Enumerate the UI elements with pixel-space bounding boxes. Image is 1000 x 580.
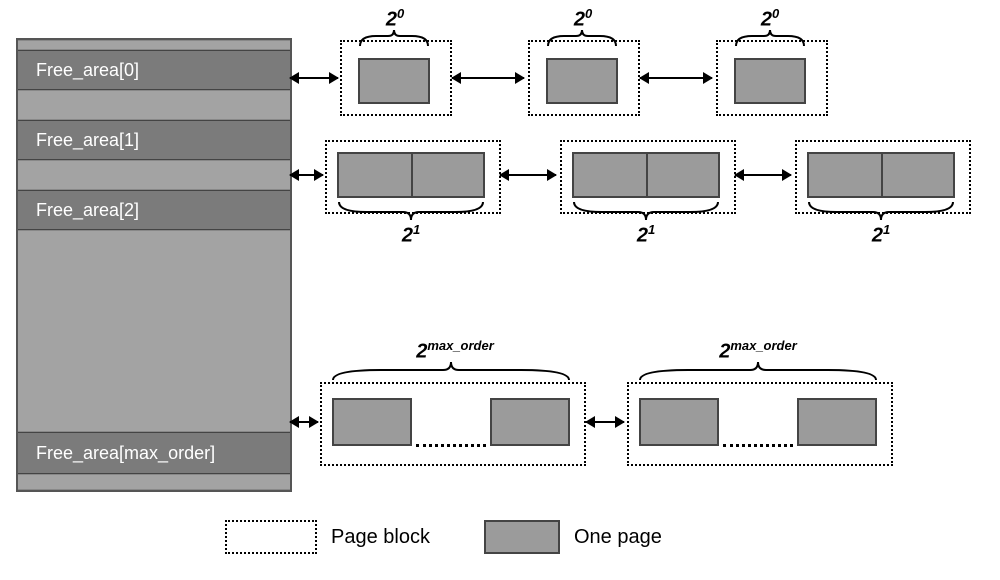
free-area-label: Free_area[1] — [36, 130, 139, 151]
one-page — [490, 398, 570, 446]
exp: 0 — [772, 6, 779, 21]
brace-icon — [331, 362, 571, 382]
brace-icon — [572, 200, 720, 220]
exp-label: 2max_order — [688, 338, 828, 364]
free-area-row-0: Free_area[0] — [18, 50, 290, 90]
legend: Page block One page — [225, 520, 702, 554]
ellipsis-icon — [416, 444, 486, 451]
one-page — [358, 58, 430, 104]
one-page — [639, 398, 719, 446]
free-area-label: Free_area[0] — [36, 60, 139, 81]
one-page — [734, 58, 806, 104]
brace-icon — [638, 362, 878, 382]
brace-icon — [337, 200, 485, 220]
legend-pageblock-label: Page block — [331, 526, 430, 549]
link-arrow — [586, 421, 624, 423]
base: 2 — [574, 9, 585, 31]
brace-icon — [546, 30, 618, 48]
link-arrow — [500, 174, 556, 176]
brace-icon — [358, 30, 430, 48]
exp-label: 20 — [553, 6, 613, 32]
free-area-row-2: Free_area[2] — [18, 190, 290, 230]
brace-icon — [734, 30, 806, 48]
exp-label: 2max_order — [385, 338, 525, 364]
link-arrow — [640, 77, 712, 79]
exp-label: 21 — [616, 222, 676, 248]
exp-label: 21 — [381, 222, 441, 248]
exp-label: 20 — [740, 6, 800, 32]
link-arrow — [735, 174, 791, 176]
link-arrow — [452, 77, 524, 79]
gap — [18, 474, 290, 490]
two-pages — [572, 152, 720, 198]
legend-onepage-label: One page — [574, 526, 662, 549]
gap — [18, 230, 290, 432]
exp: 0 — [585, 6, 592, 21]
ellipsis-icon — [723, 444, 793, 451]
free-area-label: Free_area[2] — [36, 200, 139, 221]
one-page — [332, 398, 412, 446]
free-area-table: Free_area[0] Free_area[1] Free_area[2] F… — [16, 38, 292, 492]
one-page-key-icon — [484, 520, 560, 554]
link-arrow — [290, 174, 323, 176]
brace-icon — [807, 200, 955, 220]
exp-label: 20 — [365, 6, 425, 32]
one-page — [797, 398, 877, 446]
gap — [18, 160, 290, 190]
free-area-label: Free_area[max_order] — [36, 443, 215, 464]
two-pages — [337, 152, 485, 198]
base: 2 — [761, 9, 772, 31]
one-page — [546, 58, 618, 104]
page-block-key-icon — [225, 520, 317, 554]
link-arrow — [290, 77, 338, 79]
free-area-row-max: Free_area[max_order] — [18, 432, 290, 474]
gap — [18, 40, 290, 50]
exp-label: 21 — [851, 222, 911, 248]
exp: 0 — [397, 6, 404, 21]
gap — [18, 90, 290, 120]
two-pages — [807, 152, 955, 198]
diagram-canvas: { "sidebar": { "rows": [ { "label": "Fre… — [0, 0, 1000, 580]
free-area-row-1: Free_area[1] — [18, 120, 290, 160]
base: 2 — [386, 9, 397, 31]
link-arrow — [290, 421, 318, 423]
